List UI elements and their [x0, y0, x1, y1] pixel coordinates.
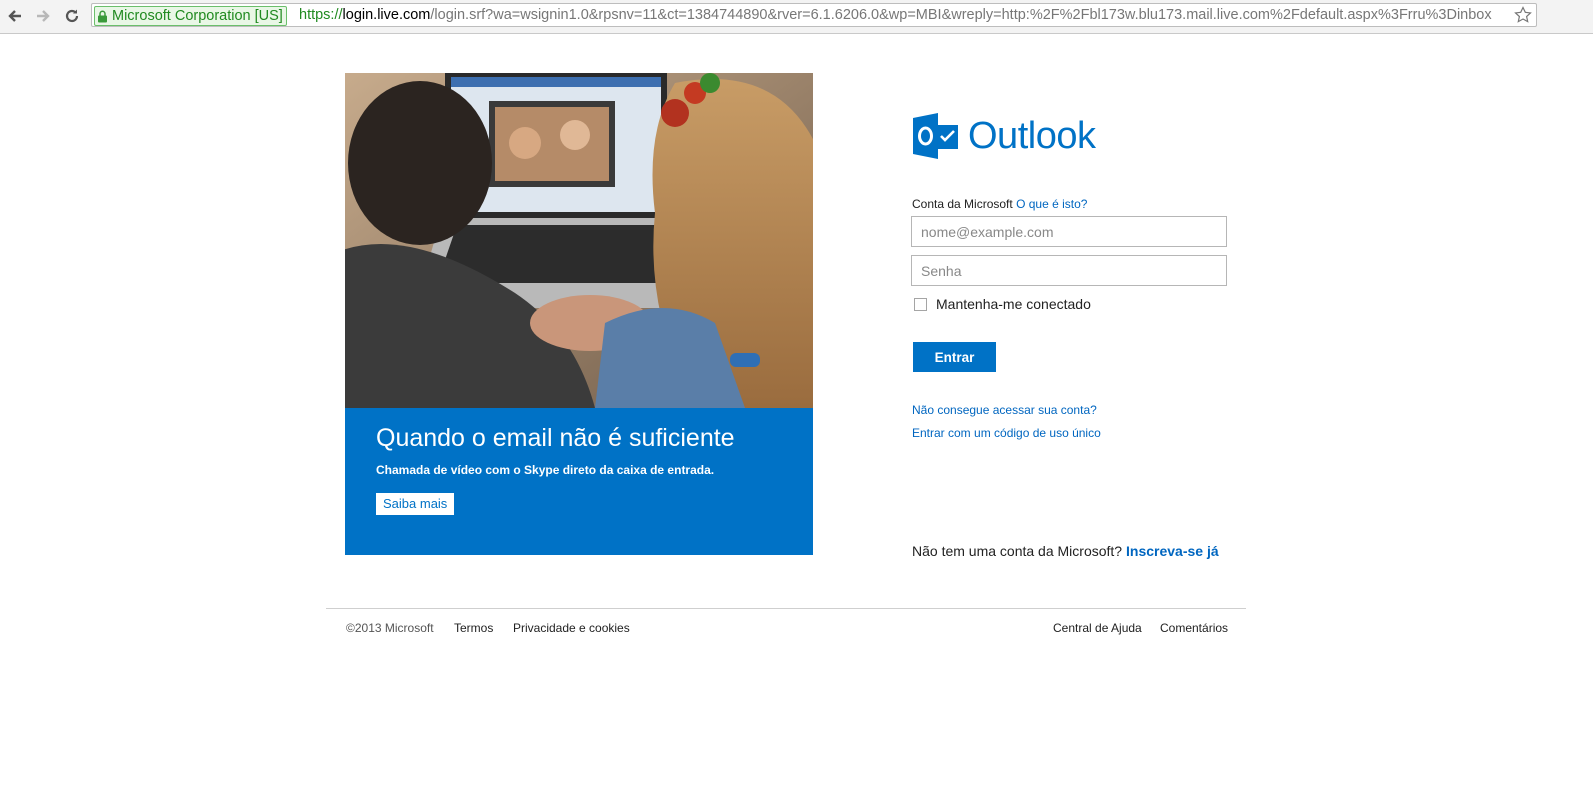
url-path: /login.srf?wa=wsignin1.0&rpsnv=11&ct=138…	[430, 7, 1492, 23]
terms-link[interactable]: Termos	[454, 621, 493, 635]
feedback-link[interactable]: Comentários	[1160, 621, 1228, 635]
promo-hero: Quando o email não é suficiente Chamada …	[345, 73, 813, 555]
arrow-left-icon	[8, 10, 21, 22]
lock-icon	[98, 10, 107, 22]
privacy-cookies-link[interactable]: Privacidade e cookies	[513, 621, 630, 635]
keep-signed-in-row[interactable]: Mantenha-me conectado	[913, 296, 1091, 312]
password-input[interactable]	[911, 255, 1227, 286]
back-button[interactable]	[4, 5, 26, 27]
reload-icon	[65, 9, 79, 23]
url-text[interactable]: https://login.live.com/login.srf?wa=wsig…	[299, 4, 1509, 26]
single-use-code-link[interactable]: Entrar com um código de uso único	[912, 426, 1101, 440]
url-scheme: https://	[299, 7, 343, 23]
outlook-logo: Outlook	[913, 113, 1096, 159]
signup-row: Não tem uma conta da Microsoft? Inscreva…	[912, 543, 1219, 559]
ev-certificate-badge[interactable]: Microsoft Corporation [US]	[94, 6, 287, 26]
address-bar[interactable]: Microsoft Corporation [US] https://login…	[91, 3, 1537, 27]
couple-video-call-image	[345, 73, 813, 408]
bookmark-star-icon[interactable]	[1514, 6, 1532, 24]
ev-label: Microsoft Corporation [US]	[112, 8, 283, 24]
account-label: Conta da Microsoft	[912, 197, 1013, 211]
cant-access-account-link[interactable]: Não consegue acessar sua conta?	[912, 403, 1097, 417]
url-host: login.live.com	[342, 7, 431, 23]
email-input[interactable]	[911, 216, 1227, 247]
forward-button[interactable]	[32, 5, 54, 27]
hero-subtitle: Chamada de vídeo com o Skype direto da c…	[376, 463, 715, 477]
hero-title: Quando o email não é suficiente	[376, 424, 735, 452]
signup-link[interactable]: Inscreva-se já	[1126, 543, 1219, 559]
no-account-text: Não tem uma conta da Microsoft?	[912, 543, 1123, 559]
signin-button[interactable]: Entrar	[913, 342, 996, 372]
account-label-row: Conta da Microsoft O que é isto?	[912, 197, 1087, 211]
what-is-this-link[interactable]: O que é isto?	[1016, 197, 1087, 211]
arrow-right-icon	[37, 10, 50, 22]
learn-more-button[interactable]: Saiba mais	[376, 493, 455, 515]
reload-button[interactable]	[61, 5, 83, 27]
hero-panel: Quando o email não é suficiente Chamada …	[345, 408, 813, 555]
copyright-text: ©2013 Microsoft	[346, 621, 434, 635]
outlook-logo-icon	[913, 113, 958, 159]
footer-divider	[326, 608, 1246, 609]
hero-photo	[345, 73, 813, 408]
outlook-logo-text: Outlook	[968, 114, 1096, 157]
keep-signed-in-checkbox[interactable]	[914, 297, 927, 311]
help-center-link[interactable]: Central de Ajuda	[1053, 621, 1142, 635]
browser-toolbar: Microsoft Corporation [US] https://login…	[0, 0, 1593, 34]
keep-signed-in-label[interactable]: Mantenha-me conectado	[936, 296, 1091, 312]
